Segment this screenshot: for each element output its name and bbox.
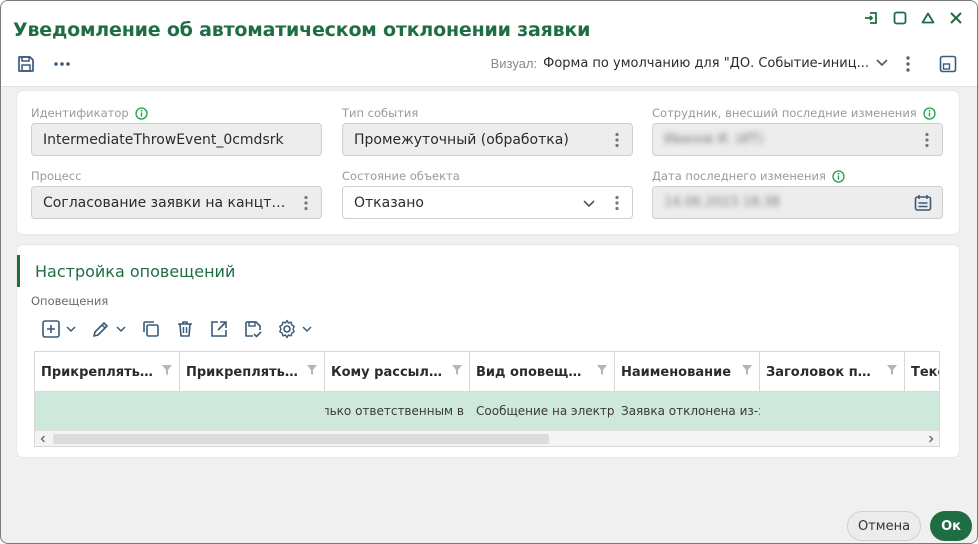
add-icon [42,320,60,338]
column-header[interactable]: Текст [905,352,939,392]
open-external-icon[interactable] [209,318,229,340]
maximize-icon[interactable] [891,9,909,27]
kebab-icon[interactable] [614,132,620,148]
notification-dialog: Уведомление об автоматическом отклонении… [0,0,978,544]
close-icon[interactable] [947,9,965,27]
dialog-title: Уведомление об автоматическом отклонении… [13,19,591,41]
settings-button[interactable] [277,318,313,340]
kebab-icon[interactable] [614,195,620,211]
object-state-select[interactable]: Отказано [342,186,633,219]
table-cell: Только ответственным в [325,404,464,418]
table-cell [760,392,905,430]
info-icon[interactable] [135,106,148,120]
delete-icon[interactable] [175,318,195,340]
column-header[interactable]: Заголовок пи... [760,352,905,392]
visual-menu-icon[interactable] [901,53,915,75]
last-editor-label: Сотрудник, внесший последние изменения [652,106,936,120]
last-editor-field[interactable]: Иванов И. (ИТ) [652,123,943,156]
cancel-button[interactable]: Отмена [847,511,921,541]
identifier-label: Идентификатор [31,106,148,120]
filter-icon [452,365,462,375]
column-header[interactable]: Наименование [615,352,760,392]
column-header[interactable]: Вид оповеще... [470,352,615,392]
grid-toolbar [41,318,313,340]
notifications-card: Настройка оповещений Оповещения Прикрепл… [17,245,959,457]
table-cell: Заявка отклонена из-за [621,404,760,418]
visual-value: Форма по умолчанию для "ДО. Событие-иниц… [543,56,869,71]
form-toolbar [15,53,73,75]
scrollbar-thumb[interactable] [53,434,549,444]
save-check-icon[interactable] [243,318,263,340]
visual-label: Визуал: [490,56,538,71]
column-header[interactable]: Кому рассыла... [325,352,470,392]
last-change-date-label: Дата последнего изменения [652,169,845,183]
table-row[interactable]: Только ответственным в Сообщение на элек… [35,392,939,430]
kebab-icon[interactable] [303,195,309,211]
window-controls [863,9,965,27]
chevron-down-icon [66,326,76,333]
section-accent [17,255,20,287]
gear-icon [279,319,295,339]
more-icon[interactable] [51,53,73,75]
filter-icon [162,365,172,375]
process-label: Процесс [31,169,82,183]
event-type-label: Тип события [342,106,419,120]
chevron-down-icon[interactable] [582,195,596,211]
filter-icon [597,365,607,375]
process-field[interactable]: Согласование заявки на канцтова... [31,186,322,219]
grid-header: Прикреплять ... Прикреплять ... Кому рас… [35,352,939,392]
pencil-icon [93,322,108,337]
copy-icon[interactable] [141,318,161,340]
last-change-date-field[interactable]: 14.06.2023 18:38 [652,186,943,219]
info-icon[interactable] [832,169,845,183]
identifier-field[interactable]: IntermediateThrowEvent_0cmdsrk [31,123,322,156]
notifications-grid: Прикреплять ... Прикреплять ... Кому рас… [34,351,940,447]
calendar-icon[interactable] [913,193,933,213]
table-cell [35,392,180,430]
filter-icon [307,365,317,375]
chevron-down-icon [116,326,126,333]
arrow-right-icon [929,435,934,443]
chevron-down-icon [875,55,889,72]
properties-card: Идентификатор IntermediateThrowEvent_0cm… [17,91,959,234]
table-cell: Сообщение на электрон [476,404,615,418]
table-cell [180,392,325,430]
kebab-icon[interactable] [924,132,930,148]
ok-button[interactable]: Ок [930,511,972,541]
filter-icon [887,365,897,375]
grid-label: Оповещения [31,294,109,308]
object-state-label: Состояние объекта [342,169,460,183]
event-type-field[interactable]: Промежуточный (обработка) [342,123,633,156]
add-button[interactable] [41,318,77,340]
edit-button[interactable] [91,318,127,340]
table-cell [905,392,939,430]
filter-icon [742,365,752,375]
save-icon[interactable] [15,53,37,75]
info-icon[interactable] [923,106,936,120]
layout-toggle-icon[interactable] [937,53,959,75]
horizontal-scrollbar[interactable] [35,430,939,446]
pin-icon[interactable] [863,9,881,27]
visual-selector[interactable]: Визуал: Форма по умолчанию для "ДО. Собы… [491,55,889,72]
chevron-down-icon [302,326,312,333]
column-header[interactable]: Прикреплять ... [35,352,180,392]
dialog-header: Уведомление об автоматическом отклонении… [1,1,977,87]
arrow-left-icon [40,435,45,443]
column-header[interactable]: Прикреплять ... [180,352,325,392]
section-title: Настройка оповещений [35,262,236,281]
collapse-icon[interactable] [919,9,937,27]
